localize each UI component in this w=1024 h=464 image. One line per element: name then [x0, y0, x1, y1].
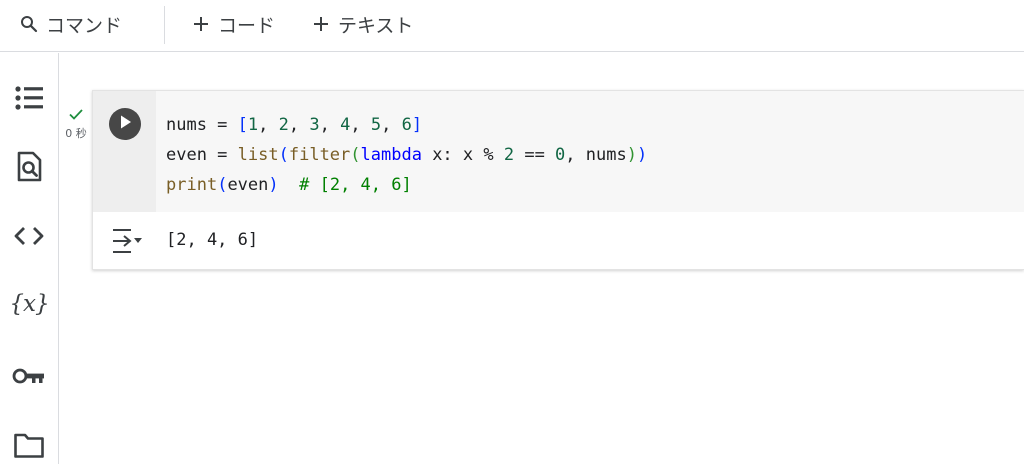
execution-time: 0 秒 [65, 127, 87, 140]
search-icon [20, 15, 38, 33]
code-editor[interactable]: nums = [1, 2, 3, 4, 5, 6] even = list(fi… [156, 91, 1024, 212]
add-code-cell-button[interactable]: コード [192, 9, 275, 39]
variables-glyph: {x} [9, 291, 49, 317]
cell-gutter [93, 91, 156, 212]
output-text: [2, 4, 6] [166, 230, 259, 250]
output-area: [2, 4, 6] [93, 212, 1024, 269]
add-text-label: テキスト [338, 14, 414, 37]
variables-icon[interactable]: {x} [9, 287, 49, 321]
table-of-contents-icon[interactable] [12, 81, 46, 115]
sidebar: {x} [0, 53, 59, 464]
check-icon [68, 106, 84, 125]
command-label: コマンド [46, 14, 123, 37]
add-text-cell-button[interactable]: テキスト [312, 9, 413, 39]
plus-icon [312, 15, 330, 33]
toolbar: コマンド コード テキスト [0, 0, 1024, 52]
files-folder-icon[interactable] [12, 428, 46, 462]
output-actions-icon[interactable] [110, 227, 144, 259]
toolbar-divider [164, 6, 165, 44]
execution-status: 0 秒 [60, 106, 92, 141]
command-palette-button[interactable]: コマンド [20, 9, 122, 39]
secrets-key-icon[interactable] [12, 359, 46, 393]
run-cell-button[interactable] [109, 108, 141, 140]
code-text: nums = [1, 2, 3, 4, 5, 6] even = list(fi… [166, 115, 648, 195]
code-cell[interactable]: nums = [1, 2, 3, 4, 5, 6] even = list(fi… [92, 90, 1024, 270]
add-code-label: コード [218, 14, 276, 37]
code-snippets-icon[interactable] [12, 219, 46, 253]
find-replace-icon[interactable] [12, 150, 46, 184]
plus-icon [192, 15, 210, 33]
play-icon [118, 114, 132, 134]
